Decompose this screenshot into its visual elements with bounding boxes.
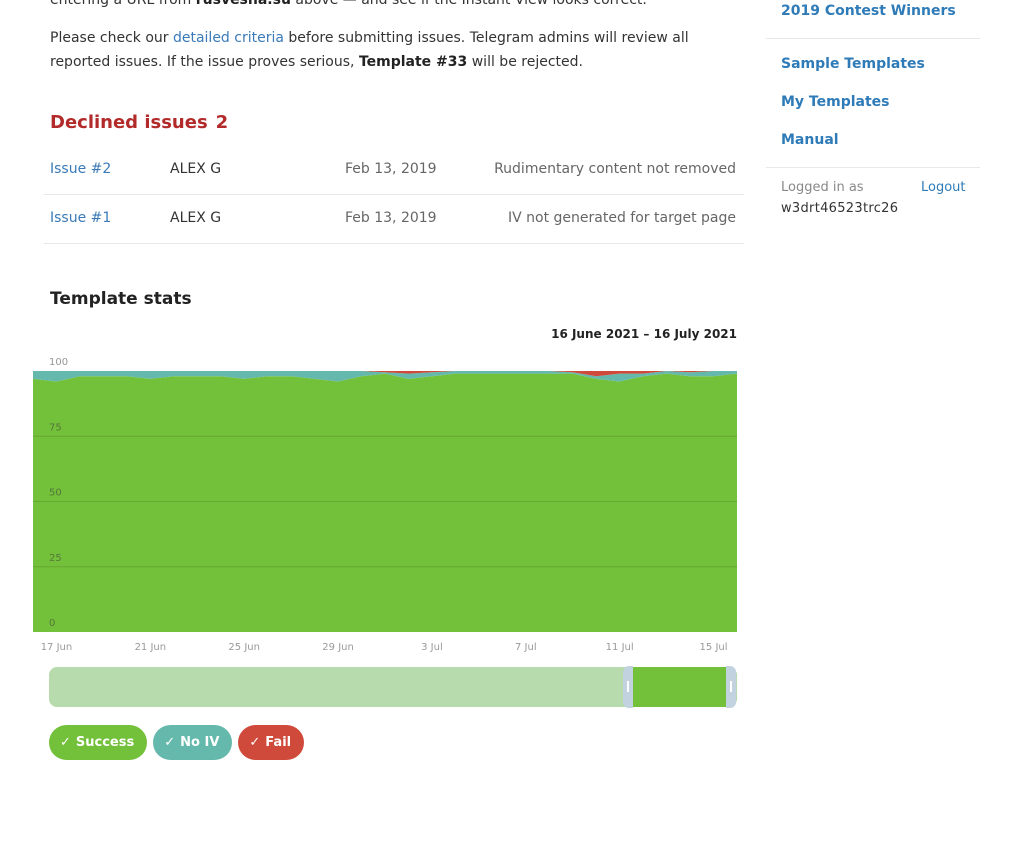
issue-author: ALEX G	[170, 210, 222, 226]
declined-issues-title: Declined issues	[50, 112, 208, 133]
sidebar-link-my-templates[interactable]: My Templates	[781, 94, 890, 110]
y-tick-label: 100	[49, 357, 68, 368]
logout-link[interactable]: Logout	[921, 180, 966, 195]
y-tick-label: 25	[49, 553, 62, 564]
legend-toggle-success[interactable]: ✓ Success	[49, 725, 148, 760]
date-range-label: 16 June 2021 – 16 July 2021	[551, 327, 737, 341]
issue-link[interactable]: Issue #2	[50, 161, 111, 177]
x-tick-label: 29 Jun	[322, 642, 354, 653]
declined-issues-count: 2	[215, 112, 229, 133]
intro-text-segment: Please check our	[50, 30, 173, 46]
legend-label: Fail	[265, 735, 292, 750]
intro-text-segment: entering a URL from	[50, 0, 196, 8]
declined-issues-list: Issue #2 ALEX G Feb 13, 2019 Rudimentary…	[44, 146, 744, 244]
navigator-right-handle[interactable]	[726, 666, 736, 708]
intro-text: entering a URL from rusvesna.su above — …	[50, 0, 750, 74]
sidebar-link-contest-winners[interactable]: 2019 Contest Winners	[781, 3, 956, 19]
x-tick-label: 3 Jul	[421, 642, 443, 653]
x-tick-label: 25 Jun	[228, 642, 260, 653]
x-tick-label: 21 Jun	[135, 642, 167, 653]
legend-toggle-fail[interactable]: ✓ Fail	[238, 725, 305, 760]
template-stats-heading: Template stats	[50, 289, 192, 309]
chart-legend: ✓ Success ✓ No IV ✓ Fail	[49, 725, 305, 760]
sidebar-divider	[766, 38, 980, 39]
declined-issues-heading: Declined issues 2	[50, 112, 228, 133]
x-tick-label: 11 Jul	[606, 642, 634, 653]
legend-label: Success	[75, 735, 135, 750]
issue-author: ALEX G	[170, 161, 222, 177]
navigator-left-handle[interactable]	[623, 666, 633, 708]
intro-text-segment: above — and see if the Instant View look…	[290, 0, 647, 8]
y-tick-label: 75	[49, 422, 62, 433]
issue-date: Feb 13, 2019	[345, 161, 437, 177]
checkmark-icon: ✓	[249, 735, 261, 750]
y-tick-label: 50	[49, 488, 62, 499]
issue-row: Issue #1 ALEX G Feb 13, 2019 IV not gene…	[44, 195, 744, 244]
sidebar-link-sample-templates[interactable]: Sample Templates	[781, 56, 925, 72]
issue-row: Issue #2 ALEX G Feb 13, 2019 Rudimentary…	[44, 146, 744, 195]
sidebar-divider	[766, 167, 980, 168]
issue-link[interactable]: Issue #1	[50, 210, 111, 226]
chart-range-navigator[interactable]	[49, 666, 737, 708]
intro-paragraph-1: entering a URL from rusvesna.su above — …	[50, 0, 750, 12]
target-domain: rusvesna.su	[195, 0, 291, 8]
x-tick-label: 17 Jun	[41, 642, 73, 653]
legend-label: No IV	[180, 735, 220, 750]
legend-toggle-noiv[interactable]: ✓ No IV	[153, 725, 233, 760]
y-tick-label: 0	[49, 618, 55, 629]
checkmark-icon: ✓	[164, 735, 176, 750]
template-stats-chart[interactable]: 0 25 50 75 100 17 Jun 21 Jun 25 Jun 29 Jun 3 Jul 7…	[33, 352, 739, 657]
intro-text-segment: will be rejected.	[467, 54, 583, 70]
x-tick-label: 7 Jul	[515, 642, 537, 653]
detailed-criteria-link[interactable]: detailed criteria	[173, 30, 284, 46]
issue-date: Feb 13, 2019	[345, 210, 437, 226]
template-name: Template #33	[358, 54, 468, 70]
x-tick-label: 15 Jul	[700, 642, 728, 653]
checkmark-icon: ✓	[60, 735, 71, 750]
issue-reason: Rudimentary content not removed	[494, 161, 736, 177]
issue-reason: IV not generated for target page	[508, 210, 736, 226]
navigator-window[interactable]	[631, 667, 727, 707]
logged-in-label: Logged in as	[781, 180, 864, 195]
intro-paragraph-2: Please check our detailed criteria befor…	[50, 26, 750, 74]
username: w3drt46523trc26	[781, 201, 899, 216]
series-area-success	[33, 373, 737, 632]
sidebar-link-manual[interactable]: Manual	[781, 132, 839, 148]
